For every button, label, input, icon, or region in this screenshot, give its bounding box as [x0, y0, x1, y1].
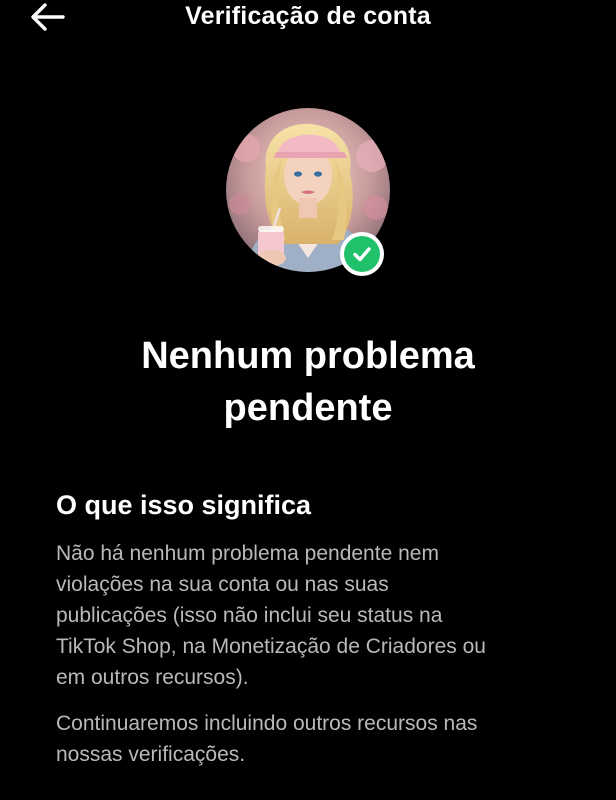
- top-bar: Verificação de conta: [0, 0, 616, 40]
- status-headline: Nenhum problema pendente: [60, 330, 556, 434]
- explanation-line: TikTok Shop, na Monetização de Criadores…: [56, 635, 486, 658]
- page-title: Verificação de conta: [185, 2, 431, 30]
- followup-line: nossas verificações.: [56, 743, 246, 766]
- explanation-line: Não há nenhum problema pendente nem: [56, 542, 439, 565]
- status-headline-line-2: pendente: [223, 387, 393, 429]
- explanation-paragraph: Não há nenhum problema pendente nem viol…: [56, 538, 566, 693]
- verified-badge: [340, 232, 384, 276]
- explanation-line: publicações (isso não inclui seu status …: [56, 604, 443, 627]
- followup-paragraph: Continuaremos incluindo outros recursos …: [56, 708, 566, 770]
- section-title: O que isso significa: [56, 490, 312, 520]
- explanation-line: em outros recursos).: [56, 666, 249, 689]
- followup-line: Continuaremos incluindo outros recursos …: [56, 712, 478, 735]
- status-headline-line-1: Nenhum problema: [141, 335, 475, 377]
- profile-avatar-container: [226, 108, 390, 276]
- explanation-line: violações na sua conta ou nas suas: [56, 573, 389, 596]
- check-icon: [353, 247, 371, 262]
